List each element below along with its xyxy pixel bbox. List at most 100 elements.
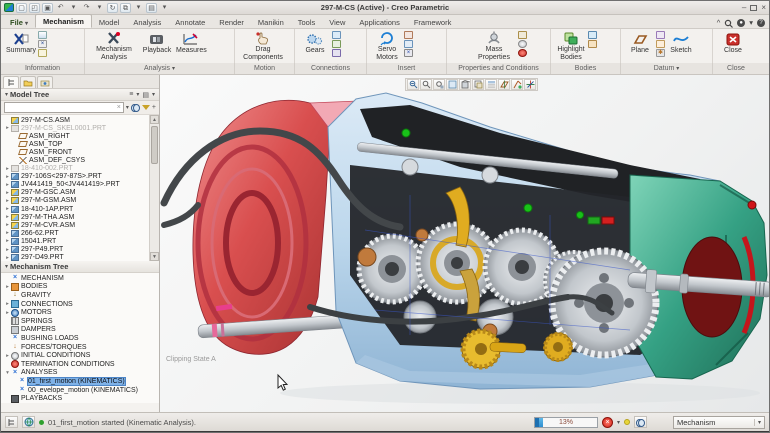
- entity-info-icon[interactable]: ×: [38, 40, 47, 48]
- tree-item[interactable]: ▸ 297-M-GSC.ASM: [4, 189, 147, 197]
- zoom-out-icon[interactable]: [420, 79, 432, 90]
- mech-item-termination-conditions[interactable]: TERMINATION CONDITIONS: [4, 360, 157, 369]
- expand-icon[interactable]: ▸: [4, 206, 11, 212]
- report-icon[interactable]: [38, 49, 47, 57]
- mech-item-bodies[interactable]: ▸ BODIES: [4, 282, 157, 292]
- stop-analysis-button[interactable]: ×: [601, 416, 613, 428]
- tab-analysis[interactable]: Analysis: [126, 16, 168, 28]
- scroll-up-icon[interactable]: ▲: [150, 115, 159, 124]
- tree-item[interactable]: ASM_DEF_CSYS: [4, 156, 147, 165]
- mechanism-display-icon[interactable]: [38, 31, 47, 39]
- tree-item[interactable]: ASM_TOP: [4, 140, 147, 148]
- gears-button[interactable]: Gears: [298, 30, 332, 62]
- expand-icon[interactable]: ▸: [4, 125, 11, 131]
- expand-icon[interactable]: ▸: [4, 190, 11, 196]
- tree-item[interactable]: ▸ 15041.PRT: [4, 237, 147, 245]
- cams-icon[interactable]: [332, 49, 341, 57]
- undo-icon[interactable]: ↶: [55, 3, 66, 13]
- group-label-analysis[interactable]: Analysis ▾: [85, 63, 235, 74]
- restore-button[interactable]: [750, 4, 758, 11]
- mech-item-forces-torques[interactable]: ↓ FORCES/TORQUES: [4, 343, 157, 352]
- window-switch-icon[interactable]: ⧉: [120, 2, 131, 13]
- datum-display-icon[interactable]: [498, 79, 510, 90]
- save-icon[interactable]: ▣: [42, 2, 53, 13]
- expand-icon[interactable]: ▸: [4, 222, 11, 228]
- model-tree-scrollbar[interactable]: ▲ ▼: [149, 115, 159, 261]
- tree-item[interactable]: ▸ JV441419_50<JV441419>.PRT: [4, 181, 147, 189]
- find-icon[interactable]: [130, 104, 140, 112]
- tree-item[interactable]: ▸ 297-M-THA.ASM: [4, 213, 147, 221]
- tab-framework[interactable]: Framework: [407, 16, 459, 28]
- expand-icon[interactable]: ▸: [4, 301, 11, 307]
- help-icon[interactable]: ?: [757, 19, 765, 27]
- mech-item-motors[interactable]: ▸ MOTORS: [4, 308, 157, 317]
- gravity-icon[interactable]: [518, 31, 527, 39]
- mech-item-mechanism[interactable]: × MECHANISM: [4, 274, 157, 283]
- tree-item[interactable]: ▸ 297-M-CVR.ASM: [4, 221, 147, 229]
- servo-motors-button[interactable]: Servo Motors: [370, 30, 404, 62]
- tab-file[interactable]: File ▾: [3, 16, 35, 28]
- collapse-icon[interactable]: ▾: [4, 370, 11, 376]
- navigator-toggle-icon[interactable]: [5, 416, 18, 428]
- close-mechanism-button[interactable]: Close: [716, 30, 750, 62]
- tree-columns-caret[interactable]: ▾: [152, 91, 155, 98]
- scroll-down-icon[interactable]: ▼: [150, 252, 159, 261]
- filter-icon[interactable]: [141, 105, 150, 110]
- status-caret-icon[interactable]: ▾: [617, 419, 620, 426]
- termination-conditions-icon[interactable]: [518, 49, 527, 57]
- tree-columns-icon[interactable]: ▤: [142, 91, 149, 99]
- summary-button[interactable]: Summary: [4, 30, 38, 62]
- mech-item-gravity[interactable]: ↓ GRAVITY: [4, 291, 157, 300]
- window-caret[interactable]: ▾: [133, 3, 144, 13]
- expand-icon[interactable]: ▸: [4, 247, 11, 253]
- mech-item-dampers[interactable]: DAMPERS: [4, 325, 157, 335]
- mech-item-analysis[interactable]: × 00_evelope_motion (KINEMATICS): [4, 386, 157, 395]
- tab-render[interactable]: Render: [212, 16, 251, 28]
- tab-model[interactable]: Model: [92, 16, 126, 28]
- expand-icon[interactable]: ▸: [4, 182, 11, 188]
- tree-item[interactable]: ▸ 297-106S<297-87S>.PRT: [4, 173, 147, 181]
- expand-icon[interactable]: ▸: [4, 284, 11, 290]
- tab-mechanism[interactable]: Mechanism: [35, 14, 92, 28]
- refit-icon[interactable]: [433, 79, 445, 90]
- csys-icon[interactable]: ✱: [656, 49, 665, 57]
- mech-item-initial-conditions[interactable]: ▸ INITIAL CONDITIONS: [4, 351, 157, 360]
- plane-button[interactable]: Plane: [624, 30, 656, 62]
- mech-item-connections[interactable]: ▸ CONNECTIONS: [4, 300, 157, 309]
- redo-icon[interactable]: ↷: [81, 3, 92, 13]
- tab-annotate[interactable]: Annotate: [168, 16, 212, 28]
- open-file-icon[interactable]: ◰: [29, 2, 40, 13]
- display-style-icon[interactable]: [459, 79, 471, 90]
- tab-applications[interactable]: Applications: [352, 16, 406, 28]
- saved-orientations-icon[interactable]: [472, 79, 484, 90]
- zoom-in-icon[interactable]: [407, 79, 419, 90]
- search-icon[interactable]: [724, 19, 734, 28]
- find-in-status-icon[interactable]: [634, 416, 647, 428]
- view-manager-icon[interactable]: [485, 79, 497, 90]
- sketch-button[interactable]: Sketch: [665, 30, 697, 62]
- tab-view[interactable]: View: [322, 16, 352, 28]
- minimize-button[interactable]: –: [742, 3, 746, 12]
- tree-item[interactable]: ASM_FRONT: [4, 148, 147, 156]
- playback-button[interactable]: Playback: [140, 30, 174, 62]
- expand-icon[interactable]: ▸: [4, 310, 11, 316]
- expand-icon[interactable]: ▸: [4, 230, 11, 236]
- tree-settings-icon[interactable]: ≡: [129, 91, 133, 98]
- mode-selector-dropdown[interactable]: Mechanism ▾: [673, 415, 765, 429]
- axis-icon[interactable]: [656, 31, 665, 39]
- tab-favorites[interactable]: [37, 76, 53, 88]
- group-label-datum[interactable]: Datum ▾: [621, 63, 713, 74]
- body-definition-icon[interactable]: [588, 31, 597, 39]
- expand-icon[interactable]: ▸: [4, 238, 11, 244]
- tab-folder-browser[interactable]: [20, 76, 36, 88]
- options-caret-icon[interactable]: ▾: [749, 18, 753, 28]
- measures-button[interactable]: Measures: [174, 30, 209, 62]
- app-icon[interactable]: [4, 3, 14, 12]
- 3d-contacts-icon[interactable]: [332, 40, 341, 48]
- tree-item[interactable]: ▸ 297-M-CS_SKEL0001.PRT: [4, 124, 147, 132]
- regenerate-icon[interactable]: ↻: [107, 2, 118, 13]
- graphics-viewport[interactable]: Clipping State A: [160, 75, 769, 412]
- tab-manikin[interactable]: Manikin: [251, 16, 291, 28]
- body-visibility-icon[interactable]: [588, 40, 597, 48]
- force-motor-icon[interactable]: [404, 31, 413, 39]
